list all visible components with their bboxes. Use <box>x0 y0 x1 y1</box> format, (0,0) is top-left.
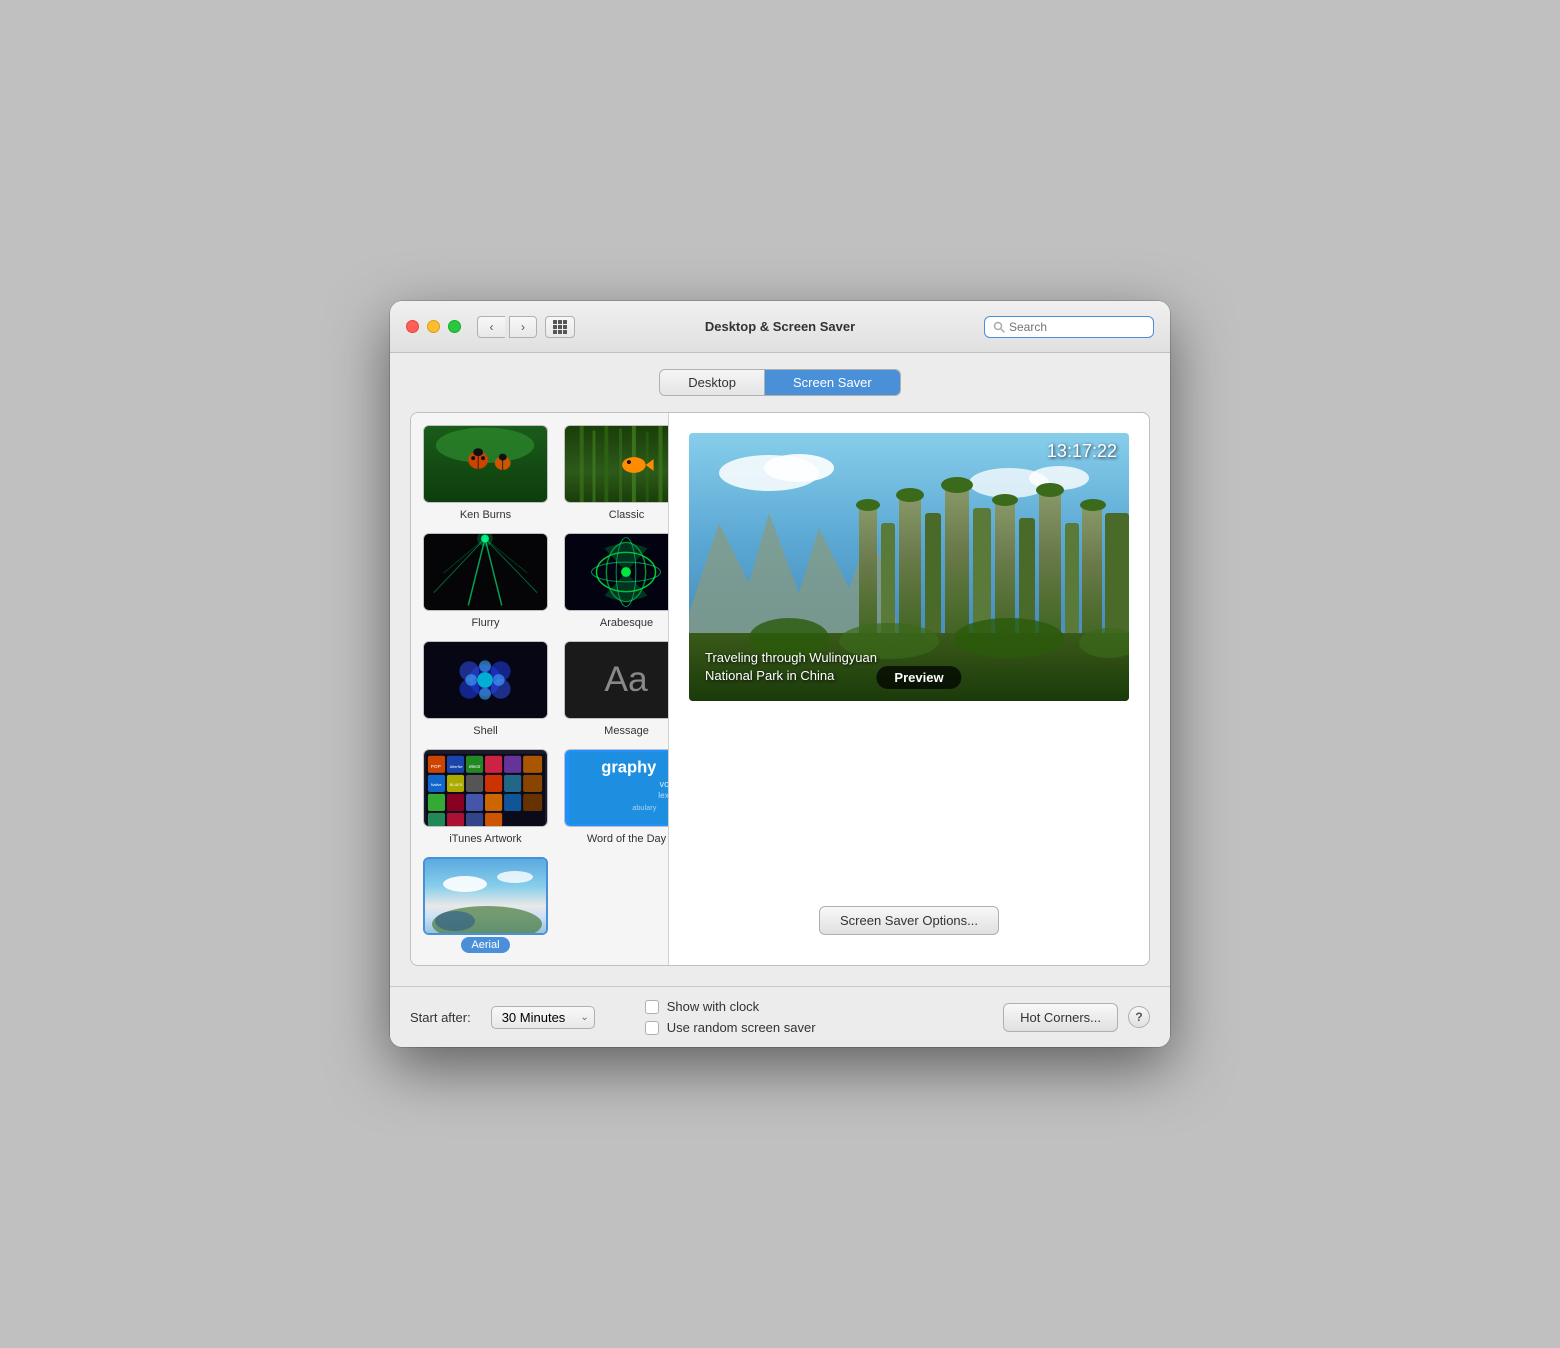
saver-item-arabesque[interactable]: Arabesque <box>564 533 669 629</box>
start-after-wrapper: 1 Minute 2 Minutes 5 Minutes 10 Minutes … <box>491 1006 595 1029</box>
minimize-button[interactable] <box>427 320 440 333</box>
use-random-checkbox[interactable] <box>645 1021 659 1035</box>
saver-thumb-arabesque <box>564 533 669 611</box>
show-with-clock-label: Show with clock <box>667 999 759 1014</box>
itunes-preview: POP AlterNe electr Native BLUES <box>426 752 545 826</box>
search-box[interactable] <box>984 316 1154 338</box>
saver-thumb-itunes: POP AlterNe electr Native BLUES <box>423 749 548 827</box>
tab-group: Desktop Screen Saver <box>659 369 900 396</box>
maximize-button[interactable] <box>448 320 461 333</box>
svg-text:Aa: Aa <box>604 659 648 699</box>
help-button[interactable]: ? <box>1128 1006 1150 1028</box>
preview-caption: Traveling through Wulingyuan National Pa… <box>705 649 905 685</box>
ken-burns-preview <box>424 425 547 503</box>
content-area: Desktop Screen Saver <box>390 353 1170 986</box>
search-icon <box>993 321 1005 333</box>
saver-item-shell[interactable]: Shell <box>423 641 548 737</box>
word-preview: graphy vocab lexicog abulary <box>569 750 669 826</box>
saver-thumb-flurry <box>423 533 548 611</box>
checkboxes: Show with clock Use random screen saver <box>645 999 816 1035</box>
forward-icon: › <box>521 320 525 334</box>
arabesque-preview <box>565 533 669 611</box>
saver-selected-badge: Aerial <box>461 937 509 953</box>
saver-item-message[interactable]: Aa Message <box>564 641 669 737</box>
preview-image: 13:17:22 Traveling through Wulingyuan Na… <box>689 433 1129 701</box>
saver-item-itunes[interactable]: POP AlterNe electr Native BLUES iTunes A… <box>423 749 548 845</box>
right-buttons: Hot Corners... ? <box>1003 1003 1150 1032</box>
svg-text:lexicog: lexicog <box>658 791 669 800</box>
back-button[interactable]: ‹ <box>477 316 505 338</box>
window-title: Desktop & Screen Saver <box>705 319 855 334</box>
main-panel: Ken Burns <box>410 412 1150 966</box>
saver-name-ken-burns: Ken Burns <box>460 509 511 521</box>
screen-saver-options-button[interactable]: Screen Saver Options... <box>819 906 999 935</box>
saver-item-word[interactable]: graphy vocab lexicog abulary Word of the… <box>564 749 669 845</box>
saver-name-flurry: Flurry <box>471 617 499 629</box>
saver-name-classic: Classic <box>609 509 644 521</box>
flurry-preview <box>424 533 547 611</box>
saver-thumb-classic <box>564 425 669 503</box>
nav-buttons: ‹ › <box>477 316 537 338</box>
saver-thumb-aerial <box>423 857 548 935</box>
bottom-bar: Start after: 1 Minute 2 Minutes 5 Minute… <box>390 986 1170 1047</box>
preview-time: 13:17:22 <box>1047 441 1117 462</box>
close-button[interactable] <box>406 320 419 333</box>
svg-text:AlterNe: AlterNe <box>450 765 463 769</box>
grid-icon <box>553 320 567 334</box>
svg-text:abulary: abulary <box>632 803 656 812</box>
saver-name-shell: Shell <box>473 725 497 737</box>
hot-corners-button[interactable]: Hot Corners... <box>1003 1003 1118 1032</box>
preview-button[interactable]: Preview <box>876 666 961 689</box>
saver-thumb-shell <box>423 641 548 719</box>
start-after-select[interactable]: 1 Minute 2 Minutes 5 Minutes 10 Minutes … <box>491 1006 595 1029</box>
saver-thumb-message: Aa <box>564 641 669 719</box>
title-bar: ‹ › Desktop & Screen Saver <box>390 301 1170 353</box>
saver-list: Ken Burns <box>411 413 669 965</box>
preview-area: 13:17:22 Traveling through Wulingyuan Na… <box>669 413 1149 965</box>
tab-bar: Desktop Screen Saver <box>410 369 1150 396</box>
saver-name-word: Word of the Day <box>587 833 666 845</box>
svg-text:POP: POP <box>431 764 441 770</box>
forward-button[interactable]: › <box>509 316 537 338</box>
main-window: ‹ › Desktop & Screen Saver <box>390 301 1170 1047</box>
message-preview: Aa <box>565 641 669 719</box>
saver-item-ken-burns[interactable]: Ken Burns <box>423 425 548 521</box>
svg-text:graphy: graphy <box>601 757 657 776</box>
saver-item-flurry[interactable]: Flurry <box>423 533 548 629</box>
saver-thumb-word: graphy vocab lexicog abulary <box>564 749 669 827</box>
saver-name-arabesque: Arabesque <box>600 617 653 629</box>
svg-text:BLUES: BLUES <box>450 783 463 787</box>
saver-thumb-ken-burns <box>423 425 548 503</box>
saver-item-classic[interactable]: Classic <box>564 425 669 521</box>
svg-text:electr: electr <box>469 764 481 770</box>
classic-preview <box>565 425 669 503</box>
window-controls <box>406 320 461 333</box>
saver-item-aerial[interactable]: Aerial <box>423 857 548 953</box>
use-random-label: Use random screen saver <box>667 1020 816 1035</box>
grid-view-button[interactable] <box>545 316 575 338</box>
search-input[interactable] <box>1009 320 1145 334</box>
saver-name-itunes: iTunes Artwork <box>449 833 521 845</box>
saver-name-message: Message <box>604 725 649 737</box>
svg-text:Native: Native <box>431 783 442 787</box>
tab-screensaver[interactable]: Screen Saver <box>765 370 900 395</box>
show-with-clock-checkbox[interactable] <box>645 1000 659 1014</box>
svg-text:vocab: vocab <box>659 779 669 789</box>
back-icon: ‹ <box>490 320 494 334</box>
start-after-label: Start after: <box>410 1010 471 1025</box>
use-random-row: Use random screen saver <box>645 1020 816 1035</box>
shell-preview <box>424 641 547 719</box>
show-with-clock-row: Show with clock <box>645 999 816 1014</box>
aerial-preview <box>425 859 548 935</box>
saver-grid: Ken Burns <box>423 425 656 953</box>
tab-desktop[interactable]: Desktop <box>660 370 765 395</box>
